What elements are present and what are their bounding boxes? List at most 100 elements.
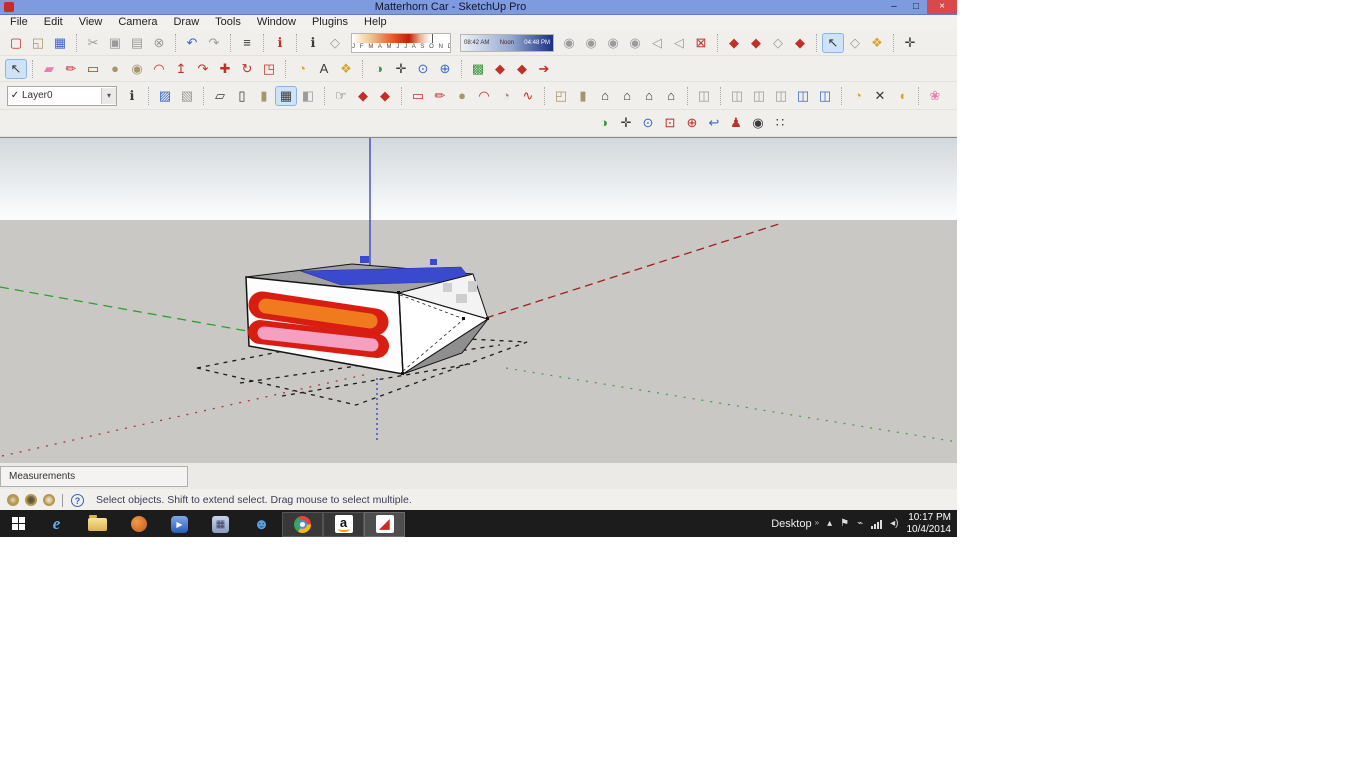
scale-button[interactable]: ◳ [258, 59, 280, 79]
menu-file-button[interactable]: File [2, 15, 36, 30]
component-sample-button[interactable]: ◇ [324, 33, 346, 53]
plugin-3-button[interactable]: ◆ [352, 86, 374, 106]
component-3-button[interactable]: ◫ [748, 86, 770, 106]
title-bar[interactable]: Matterhorn Car - SketchUp Pro – □ × [0, 0, 957, 15]
help-icon[interactable]: ? [71, 494, 84, 507]
component-2-button[interactable]: ◫ [726, 86, 748, 106]
maximize-button[interactable]: □ [905, 0, 927, 14]
pan-button[interactable]: ✛ [615, 113, 637, 133]
zoom-button[interactable]: ⊙ [412, 59, 434, 79]
copy-button[interactable]: ▣ [104, 33, 126, 53]
rotate-button[interactable]: ↻ [236, 59, 258, 79]
push-pull-button[interactable]: ↥ [170, 59, 192, 79]
sandbox-button[interactable]: ❀ [924, 86, 946, 106]
zoom-button[interactable]: ⊙ [637, 113, 659, 133]
shape-box-button[interactable]: ◰ [550, 86, 572, 106]
house-outline-button[interactable]: ⌂ [638, 86, 660, 106]
wireframe-button[interactable]: ▱ [209, 86, 231, 106]
photo-textures-button[interactable]: ▩ [467, 59, 489, 79]
look-around-button[interactable]: ◉ [747, 113, 769, 133]
house-roof-button[interactable]: ⌂ [616, 86, 638, 106]
menu-tools-button[interactable]: Tools [207, 15, 249, 30]
action-center-flag-icon[interactable]: ⚑ [840, 518, 849, 529]
shadow-date-slider[interactable]: J F M A M J J A S O N D [351, 33, 451, 53]
plugin-4-button[interactable]: ◆ [374, 86, 396, 106]
arc-2-button[interactable]: ◠ [473, 86, 495, 106]
polygon-button[interactable]: ◉ [126, 59, 148, 79]
zoom-extents-button[interactable]: ⊕ [681, 113, 703, 133]
status-globe-icon[interactable] [7, 494, 19, 506]
model-info-button[interactable]: ℹ [269, 33, 291, 53]
scene-camera-1-button[interactable]: ◉ [558, 33, 580, 53]
menu-camera-button[interactable]: Camera [110, 15, 165, 30]
walk-button[interactable]: ∷ [769, 113, 791, 133]
close-button[interactable]: × [927, 0, 957, 14]
select-button[interactable]: ↖ [822, 33, 844, 53]
minimize-button[interactable]: – [883, 0, 905, 14]
component-6-button[interactable]: ◫ [814, 86, 836, 106]
power-icon[interactable]: ⌁ [857, 518, 863, 529]
circle-2-button[interactable]: ● [451, 86, 473, 106]
menu-view-button[interactable]: View [71, 15, 111, 30]
position-camera-button[interactable]: ♟ [725, 113, 747, 133]
desktop-toolbar-label[interactable]: Desktop » [771, 518, 819, 530]
tape-measure-2-button[interactable]: ◔ [847, 86, 869, 106]
component-4-button[interactable]: ◫ [770, 86, 792, 106]
orbit-button[interactable]: ◑ [593, 113, 615, 133]
upload-component-button[interactable]: ◇ [767, 33, 789, 53]
component-1-button[interactable]: ◫ [693, 86, 715, 106]
taskbar-file-explorer[interactable] [77, 512, 118, 537]
freehand-button[interactable]: ∿ [517, 86, 539, 106]
status-person-icon[interactable] [25, 494, 37, 506]
shaded-button[interactable]: ▮ [253, 86, 275, 106]
follow-me-button[interactable]: ↷ [192, 59, 214, 79]
layers-dropdown[interactable]: ✓ Layer0 ▾ [7, 86, 117, 106]
ruby-plugin-1-button[interactable]: ◆ [489, 59, 511, 79]
network-signal-icon[interactable] [871, 519, 882, 529]
taskbar-sketchup[interactable]: ◢ [364, 512, 405, 537]
entity-info-button[interactable]: ℹ [302, 33, 324, 53]
protractor-button[interactable]: ◖ [891, 86, 913, 106]
taskbar-media-player[interactable]: ▶ [159, 512, 200, 537]
circle-button[interactable]: ● [104, 59, 126, 79]
show-hidden-icons[interactable]: ▴ [827, 518, 832, 529]
print-button[interactable]: ≡ [236, 33, 258, 53]
eraser-button[interactable]: ▰ [38, 59, 60, 79]
credits-button[interactable]: ◆ [789, 33, 811, 53]
open-button[interactable]: ◱ [27, 33, 49, 53]
camera-cone-1-button[interactable]: ◁ [646, 33, 668, 53]
text-button[interactable]: A [313, 59, 335, 79]
back-edges-button[interactable]: ▧ [176, 86, 198, 106]
camera-cone-2-button[interactable]: ◁ [668, 33, 690, 53]
taskbar-movie-maker[interactable]: ▦ [200, 512, 241, 537]
taskbar-amazon[interactable]: a [323, 512, 364, 537]
undo-button[interactable]: ↶ [181, 33, 203, 53]
pie-button[interactable]: ◔ [495, 86, 517, 106]
scene-camera-2-button[interactable]: ◉ [580, 33, 602, 53]
new-button[interactable]: ▢ [5, 33, 27, 53]
rectangle-2-button[interactable]: ▭ [407, 86, 429, 106]
shadow-date-marker[interactable] [432, 34, 433, 43]
paint-bucket-button[interactable]: ❖ [335, 59, 357, 79]
hidden-line-button[interactable]: ▯ [231, 86, 253, 106]
orbit-button[interactable]: ◑ [368, 59, 390, 79]
taskbar-chrome[interactable] [282, 512, 323, 537]
zoom-previous-button[interactable]: ↩ [703, 113, 725, 133]
navigation-button[interactable]: ✛ [899, 33, 921, 53]
chevron-down-icon[interactable]: ▾ [101, 88, 116, 104]
make-component-button[interactable]: ◇ [844, 33, 866, 53]
overflow-chevrons[interactable]: » [815, 518, 819, 527]
taskbar-messenger[interactable]: ☻ [241, 512, 282, 537]
export-button[interactable]: ➔ [533, 59, 555, 79]
menu-plugins-button[interactable]: Plugins [304, 15, 356, 30]
cut-button[interactable]: ✂ [82, 33, 104, 53]
menu-edit-button[interactable]: Edit [36, 15, 71, 30]
axes-tool-button[interactable]: ✕ [869, 86, 891, 106]
menu-draw-button[interactable]: Draw [165, 15, 207, 30]
model-viewport[interactable] [0, 137, 957, 463]
redo-button[interactable]: ↷ [203, 33, 225, 53]
rectangle-button[interactable]: ▭ [82, 59, 104, 79]
taskbar-internet-explorer[interactable]: e [36, 512, 77, 537]
move-button[interactable]: ✚ [214, 59, 236, 79]
status-model-icon[interactable] [43, 494, 55, 506]
